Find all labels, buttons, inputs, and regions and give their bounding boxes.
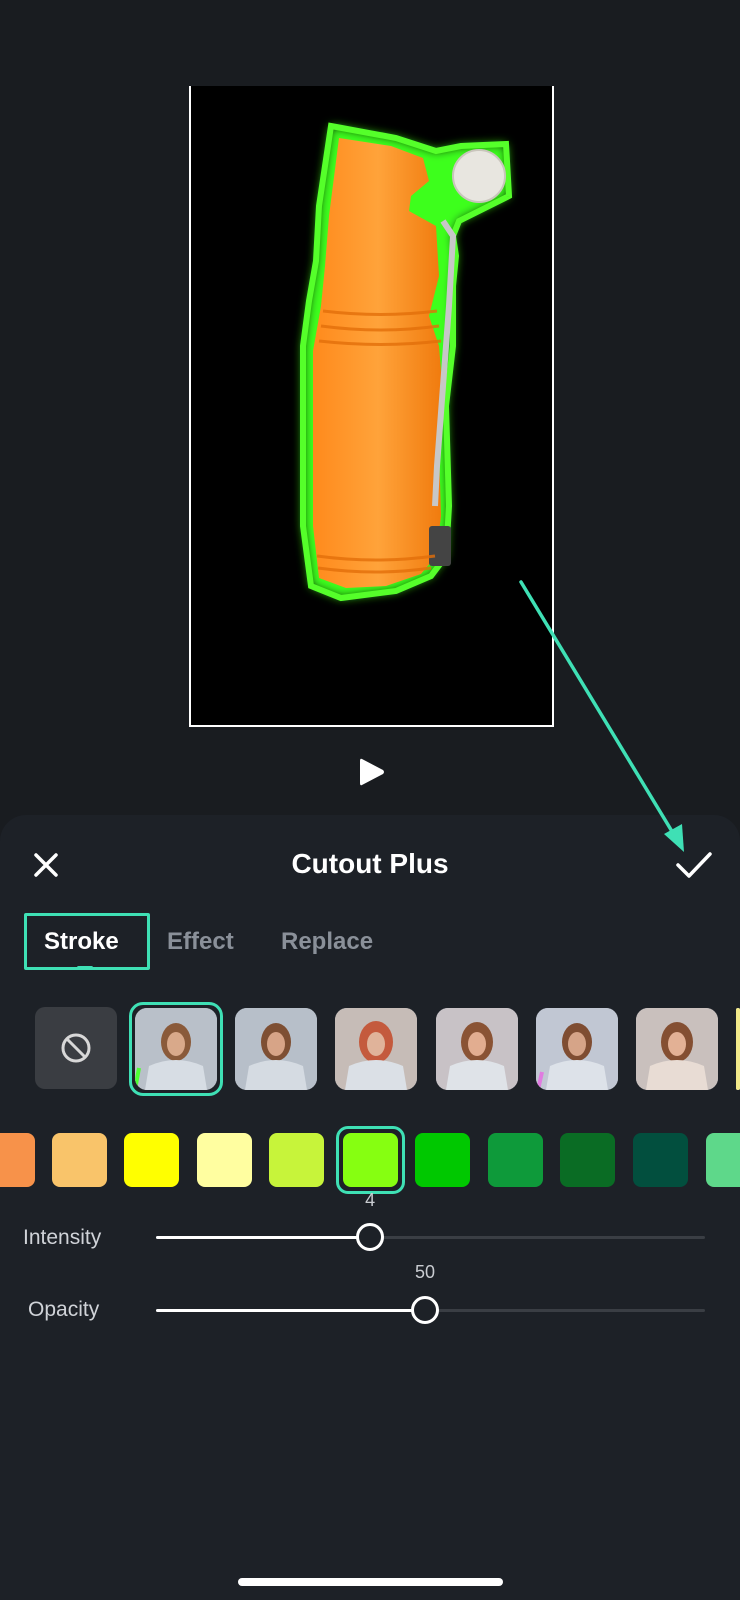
color-swatch-mint[interactable] — [706, 1133, 740, 1187]
color-swatch-medium-green[interactable] — [488, 1133, 543, 1187]
style-none-button[interactable] — [35, 1007, 117, 1089]
portrait-thumbnail — [335, 1008, 417, 1090]
none-icon — [61, 1033, 91, 1063]
style-preset-thumb[interactable] — [135, 1008, 217, 1090]
home-indicator — [238, 1578, 503, 1586]
color-swatch-teal[interactable] — [633, 1133, 688, 1187]
tab-stroke[interactable]: Stroke — [44, 928, 119, 956]
portrait-thumbnail — [736, 1008, 740, 1090]
tab-replace[interactable]: Replace — [281, 928, 373, 956]
style-preset-thumb[interactable] — [536, 1008, 618, 1090]
portrait-thumbnail — [436, 1008, 518, 1090]
panel-title: Cutout Plus — [291, 848, 449, 879]
color-swatch-orange[interactable] — [0, 1133, 35, 1187]
color-swatch-dark-green[interactable] — [560, 1133, 615, 1187]
portrait-thumbnail — [636, 1008, 718, 1090]
checkmark-icon — [676, 852, 712, 878]
play-icon — [360, 758, 384, 786]
color-swatch-green[interactable] — [415, 1133, 470, 1187]
opacity-label: Opacity — [28, 1298, 100, 1321]
cutout-bottle-image — [300, 122, 513, 602]
intensity-slider-handle[interactable] — [356, 1223, 385, 1251]
style-preset-thumb[interactable] — [636, 1008, 718, 1090]
confirm-button[interactable] — [672, 845, 716, 885]
intensity-slider[interactable] — [156, 1236, 705, 1239]
style-preset-thumb[interactable] — [335, 1008, 417, 1090]
color-swatch-lime[interactable] — [269, 1133, 324, 1187]
opacity-value: 50 — [414, 1262, 436, 1282]
tab-active-indicator — [77, 966, 93, 969]
style-preset-thumb[interactable] — [736, 1008, 740, 1090]
color-swatch-bright-green[interactable] — [343, 1133, 398, 1187]
video-preview[interactable] — [189, 86, 554, 727]
intensity-label: Intensity — [23, 1226, 102, 1249]
tab-effect[interactable]: Effect — [167, 928, 234, 956]
opacity-slider-fill — [156, 1309, 425, 1312]
color-swatch-light-orange[interactable] — [52, 1133, 107, 1187]
style-preset-thumb[interactable] — [235, 1008, 317, 1090]
style-preset-thumb[interactable] — [436, 1008, 518, 1090]
portrait-thumbnail — [235, 1008, 317, 1090]
portrait-thumbnail — [135, 1008, 217, 1090]
opacity-slider-handle[interactable] — [411, 1296, 439, 1324]
color-swatch-light-yellow[interactable] — [197, 1133, 252, 1187]
portrait-thumbnail — [536, 1008, 618, 1090]
intensity-slider-fill — [156, 1236, 371, 1239]
play-button[interactable] — [352, 752, 392, 792]
intensity-value: 4 — [365, 1190, 376, 1210]
color-swatch-yellow[interactable] — [124, 1133, 179, 1187]
